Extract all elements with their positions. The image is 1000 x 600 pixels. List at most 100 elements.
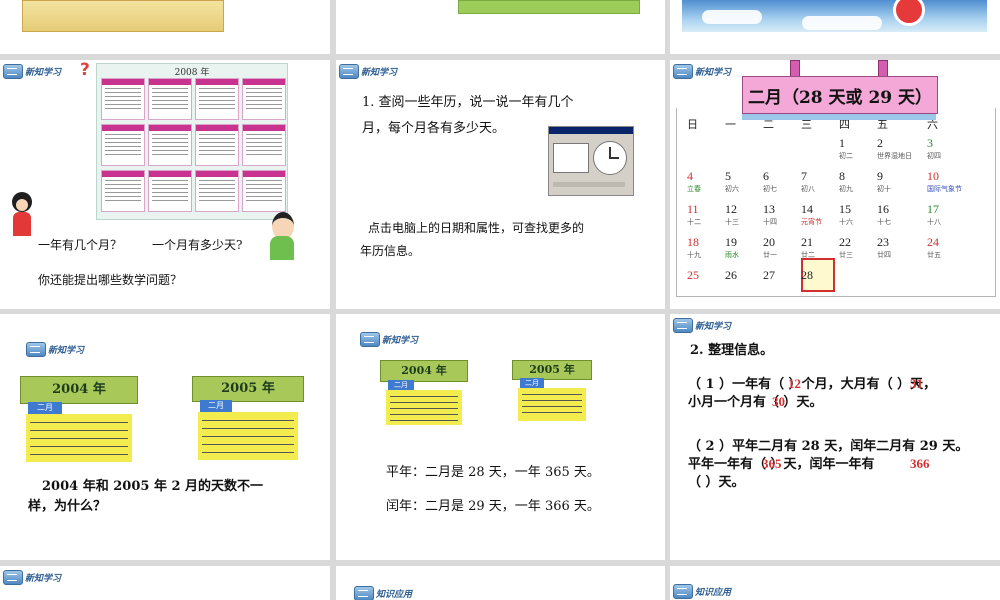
weekday-label: 一 — [725, 118, 736, 131]
calendar-2005-year: 2005 年 — [192, 376, 304, 402]
mini-month — [101, 124, 145, 166]
section-tag-label: 新知学习 — [25, 574, 62, 584]
calendar-day-note: 初二 — [839, 152, 853, 160]
mini-month — [195, 78, 239, 120]
mini-month — [195, 170, 239, 212]
calendar-day: 14 — [801, 202, 813, 216]
book-icon — [673, 584, 693, 599]
calendar-day-note: 国际气象节 — [927, 185, 962, 193]
calendar-2008-title: 2008 年 — [174, 68, 210, 78]
section-tag-label: 知识应用 — [695, 588, 732, 598]
slide-thumbnail-1[interactable] — [0, 0, 330, 54]
clock-icon — [593, 141, 627, 175]
calendar-day-note: 十四 — [763, 218, 777, 226]
february-title: 二月（28 天或 29 天） — [742, 76, 938, 114]
task-1-line-1: 1. 查阅一些年历，说一说一年有几个 — [362, 94, 574, 113]
leap-year-text: 闰年：二月是 29 天，一年 366 天。 — [386, 499, 600, 514]
girl-illustration — [10, 192, 34, 236]
slide-thumbnail-6[interactable]: 新知学习 日一二三四五六 1 初二 2 世界湿地日 3 初四 4 立春 5 初六 6 初七 7 初八 8 初九 9… — [670, 60, 1000, 309]
section-tag-label: 新知学习 — [695, 322, 732, 332]
book-icon — [673, 64, 693, 79]
calendar-day: 7 — [801, 169, 807, 183]
mini-month — [101, 78, 145, 120]
section-tag: 新知学习 — [3, 64, 61, 79]
calendar-day-note: 廿五 — [927, 251, 941, 259]
slide-thumbnail-4[interactable]: 新知学习 ? 2008 年 一年有几个月？ 一个月有多少天? 你还能提出哪些数学… — [0, 60, 330, 309]
answer-big-month: 31 — [910, 376, 923, 391]
calendar-month-label: 二月 — [200, 400, 232, 412]
book-icon — [354, 586, 374, 600]
red-circle-icon — [893, 0, 925, 26]
section-tag-label: 新知学习 — [361, 68, 398, 78]
hint-line-1: 点击电脑上的日期和属性，可查找更多的 — [368, 221, 585, 235]
calendar-day-note: 十二 — [687, 218, 701, 226]
q2-line-3: （ ）天。 — [688, 475, 745, 490]
calendar-2004-image: 2004 年 二月 — [20, 376, 138, 466]
section-tag: 新知学习 — [673, 318, 731, 333]
slide-thumbnail-5[interactable]: 新知学习 1. 查阅一些年历，说一说一年有几个 月，每个月各有多少天。 点击电脑… — [336, 60, 665, 309]
calendar-day: 18 — [687, 235, 699, 249]
calendar-day-note: 十三 — [725, 218, 739, 226]
calendar-day-note: 元宵节 — [801, 218, 822, 226]
book-icon — [673, 318, 693, 333]
calendar-month-label: 二月 — [520, 378, 544, 388]
slide-thumbnail-10[interactable]: 新知学习 — [0, 566, 330, 600]
calendar-2005-image: 2005 年 二月 — [192, 376, 304, 464]
common-year-text: 平年：二月是 28 天，一年 365 天。 — [386, 465, 600, 480]
slide-thumbnail-3[interactable] — [670, 0, 1000, 54]
calendar-day: 16 — [877, 202, 889, 216]
calendar-day: 2 — [877, 136, 883, 150]
mini-month — [195, 124, 239, 166]
calendar-2005-image: 2005 年 二月 — [512, 360, 592, 424]
book-icon — [26, 342, 46, 357]
calendar-day-note: 十七 — [877, 218, 891, 226]
question-line-2: 样，为什么？ — [28, 499, 107, 514]
calendar-day: 19 — [725, 235, 737, 249]
task-text: 查阅一些年历，说一说一年有几个 — [378, 95, 574, 110]
calendar-day-note: 廿一 — [763, 251, 777, 259]
calendar-day: 24 — [927, 235, 939, 249]
calendar-day: 13 — [763, 202, 775, 216]
task-number: 1. — [362, 95, 375, 110]
slide-thumbnail-8[interactable]: 新知学习 2004 年 二月 2005 年 二月 平年：二月是 28 天，一年 … — [336, 314, 665, 560]
calendar-day-note: 十九 — [687, 251, 701, 259]
slide-thumbnail-9[interactable]: 新知学习 2. 整理信息。 （ 1 ）一年有（ ）个月，大月有（ ）天， 小月一… — [670, 314, 1000, 560]
section-tag-label: 新知学习 — [25, 68, 62, 78]
section-heading: 2. 整理信息。 — [690, 343, 774, 358]
calendar-day-note: 初四 — [927, 152, 941, 160]
section-tag: 新知学习 — [339, 64, 397, 79]
boy-illustration — [266, 212, 298, 260]
calendar-day-note: 廿四 — [877, 251, 891, 259]
slide-thumbnail-7[interactable]: 新知学习 2004 年 二月 2005 年 二月 2004 年和 2005 年 … — [0, 314, 330, 560]
section-tag-label: 新知学习 — [48, 346, 85, 356]
section-tag-label: 知识应用 — [376, 590, 413, 600]
question-days: 一个月有多少天? — [152, 238, 243, 252]
calendar-day: 26 — [725, 268, 737, 282]
section-tag: 新知学习 — [360, 332, 418, 347]
calendar-day: 4 — [687, 169, 693, 183]
slide-thumbnail-2[interactable] — [336, 0, 665, 54]
question-months: 一年有几个月？ — [38, 238, 123, 252]
calendar-day-note: 雨水 — [725, 251, 739, 259]
section-tag: 知识应用 — [673, 584, 731, 599]
cartoon-image — [22, 0, 224, 32]
section-tag: 新知学习 — [673, 64, 731, 79]
calendar-day: 28 — [801, 268, 813, 282]
calendar-day-note: 初七 — [763, 185, 777, 193]
calendar-day: 25 — [687, 268, 699, 282]
sky-image — [682, 0, 987, 32]
calendar-day: 11 — [687, 202, 699, 216]
slide-thumbnail-12[interactable]: 知识应用 — [670, 566, 1000, 600]
calendar-day: 10 — [927, 169, 939, 183]
slide-thumbnail-11[interactable]: 知识应用 — [336, 566, 665, 600]
calendar-day-note: 世界湿地日 — [877, 152, 912, 160]
green-image — [458, 0, 640, 14]
section-tag-label: 新知学习 — [695, 68, 732, 78]
calendar-2004-year: 2004 年 — [380, 360, 468, 382]
calendar-day-note: 廿三 — [839, 251, 853, 259]
calendar-2008-image: 2008 年 — [96, 63, 288, 220]
february-calendar: 日一二三四五六 1 初二 2 世界湿地日 3 初四 4 立春 5 初六 6 初七 7 初八 8 初九 9 初十 10 国… — [676, 108, 996, 297]
calendar-day-note: 初八 — [801, 185, 815, 193]
calendar-day: 27 — [763, 268, 775, 282]
section-tag: 新知学习 — [3, 570, 61, 585]
